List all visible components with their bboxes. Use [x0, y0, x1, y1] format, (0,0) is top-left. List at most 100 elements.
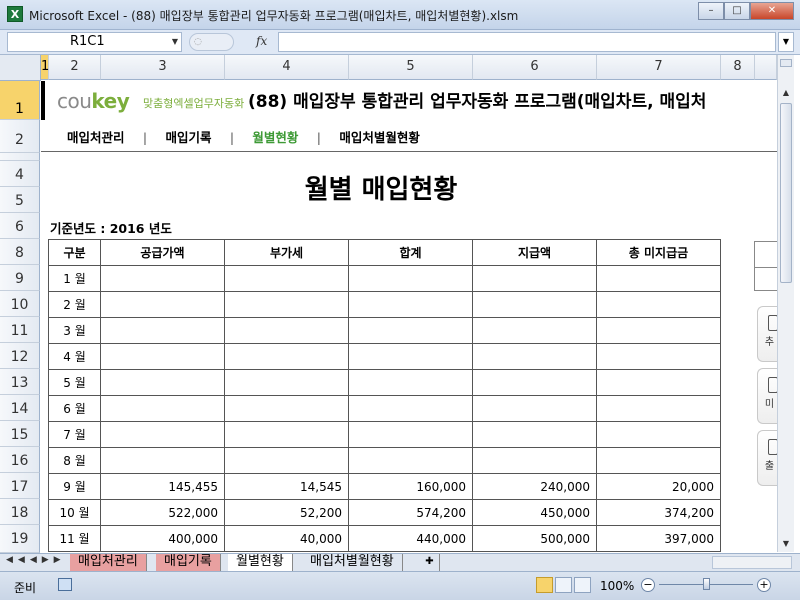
name-box[interactable]: R1C1 ▼ [7, 32, 182, 52]
total-cell[interactable]: 440,000 [348, 525, 473, 552]
unpaid-cell[interactable] [596, 343, 721, 370]
worksheet-grid[interactable]: coukey 맞춤형엑셀업무자동화 (88) 매입장부 통합관리 업무자동화 프… [41, 81, 777, 553]
chevron-down-icon[interactable]: ▼ [172, 33, 178, 51]
vat-cell[interactable] [224, 317, 349, 344]
tab-scroll-controls[interactable]: ◀◀◀▶▶ [6, 555, 66, 565]
vat-cell[interactable] [224, 447, 349, 474]
row-header[interactable]: 9 [0, 265, 40, 291]
unpaid-cell[interactable] [596, 447, 721, 474]
column-header[interactable]: 6 [473, 55, 597, 80]
maximize-button[interactable]: □ [724, 2, 750, 20]
vat-cell[interactable] [224, 421, 349, 448]
scroll-down-icon[interactable]: ▼ [778, 536, 794, 552]
supply-cell[interactable]: 522,000 [100, 499, 225, 526]
row-header[interactable]: 13 [0, 369, 40, 395]
total-cell[interactable] [348, 291, 473, 318]
paid-cell[interactable] [472, 291, 597, 318]
tab-supplier-management[interactable]: 매입처관리 [70, 554, 147, 571]
horizontal-scrollbar[interactable] [712, 556, 792, 569]
vat-cell[interactable] [224, 291, 349, 318]
paid-cell[interactable]: 240,000 [472, 473, 597, 500]
row-header[interactable]: 8 [0, 239, 40, 265]
vat-cell[interactable] [224, 369, 349, 396]
side-button[interactable]: 미 [757, 368, 777, 424]
paid-cell[interactable] [472, 343, 597, 370]
zoom-slider-thumb[interactable] [703, 578, 710, 590]
zoom-out-button[interactable]: − [641, 578, 655, 592]
zoom-level[interactable]: 100% [600, 579, 634, 593]
unpaid-cell[interactable] [596, 421, 721, 448]
column-header[interactable] [755, 55, 777, 80]
row-header[interactable]: 16 [0, 447, 40, 473]
row-header[interactable]: 19 [0, 525, 40, 553]
expand-formula-bar-button[interactable]: ▼ [778, 32, 794, 52]
insert-function-button[interactable]: fx [256, 34, 267, 48]
row-header[interactable]: 17 [0, 473, 40, 499]
nav-link-supplier-monthly-status[interactable]: 매입처별월현황 [339, 127, 420, 146]
select-all-corner[interactable] [0, 55, 41, 81]
column-header[interactable]: 8 [721, 55, 755, 80]
total-cell[interactable] [348, 369, 473, 396]
supply-cell[interactable] [100, 265, 225, 292]
supply-cell[interactable] [100, 369, 225, 396]
supply-cell[interactable] [100, 317, 225, 344]
vat-cell[interactable] [224, 265, 349, 292]
total-cell[interactable] [348, 317, 473, 344]
month-cell[interactable]: 11 월 [48, 525, 101, 552]
paid-cell[interactable] [472, 447, 597, 474]
scroll-up-icon[interactable]: ▲ [778, 85, 794, 101]
unpaid-cell[interactable]: 397,000 [596, 525, 721, 552]
month-cell[interactable]: 8 월 [48, 447, 101, 474]
supply-cell[interactable] [100, 395, 225, 422]
row-header[interactable]: 18 [0, 499, 40, 525]
month-cell[interactable]: 5 월 [48, 369, 101, 396]
row-header[interactable]: 6 [0, 213, 40, 239]
column-header[interactable]: 1 [41, 55, 49, 80]
unpaid-cell[interactable]: 20,000 [596, 473, 721, 500]
side-button[interactable]: 추 [757, 306, 777, 362]
total-cell[interactable]: 574,200 [348, 499, 473, 526]
unpaid-cell[interactable] [596, 369, 721, 396]
vat-cell[interactable] [224, 395, 349, 422]
row-header[interactable]: 2 [0, 120, 40, 153]
unpaid-cell[interactable] [596, 291, 721, 318]
close-button[interactable]: ✕ [750, 2, 794, 20]
formula-input[interactable] [278, 32, 776, 52]
column-header[interactable]: 3 [101, 55, 225, 80]
scroll-thumb[interactable] [780, 103, 792, 283]
row-header[interactable]: 11 [0, 317, 40, 343]
macro-record-icon[interactable] [58, 578, 72, 591]
total-cell[interactable] [348, 395, 473, 422]
column-header[interactable]: 4 [225, 55, 349, 80]
supply-cell[interactable] [100, 291, 225, 318]
vertical-scrollbar[interactable]: ▲ ▼ [777, 55, 794, 552]
vat-cell[interactable] [224, 343, 349, 370]
column-header[interactable]: 5 [349, 55, 473, 80]
normal-view-button[interactable] [536, 577, 553, 593]
nav-link-supplier-management[interactable]: 매입처관리 [67, 127, 125, 146]
unpaid-cell[interactable] [596, 317, 721, 344]
unpaid-cell[interactable] [596, 265, 721, 292]
column-header[interactable]: 7 [597, 55, 721, 80]
month-cell[interactable]: 10 월 [48, 499, 101, 526]
month-cell[interactable]: 9 월 [48, 473, 101, 500]
row-header[interactable]: 10 [0, 291, 40, 317]
tab-purchase-records[interactable]: 매입기록 [156, 554, 221, 571]
nav-link-purchase-records[interactable]: 매입기록 [165, 127, 211, 146]
supply-cell[interactable]: 145,455 [100, 473, 225, 500]
paid-cell[interactable] [472, 369, 597, 396]
row-header[interactable]: 15 [0, 421, 40, 447]
supply-cell[interactable] [100, 421, 225, 448]
supply-cell[interactable] [100, 447, 225, 474]
vat-cell[interactable]: 52,200 [224, 499, 349, 526]
row-header[interactable]: 1 [0, 81, 40, 120]
month-cell[interactable]: 1 월 [48, 265, 101, 292]
total-cell[interactable] [348, 265, 473, 292]
unpaid-cell[interactable] [596, 395, 721, 422]
nav-link-monthly-status[interactable]: 월별현황 [252, 127, 298, 146]
page-layout-view-button[interactable] [555, 577, 572, 593]
zoom-in-button[interactable]: + [757, 578, 771, 592]
month-cell[interactable]: 6 월 [48, 395, 101, 422]
total-cell[interactable] [348, 343, 473, 370]
row-header[interactable]: 4 [0, 161, 40, 187]
